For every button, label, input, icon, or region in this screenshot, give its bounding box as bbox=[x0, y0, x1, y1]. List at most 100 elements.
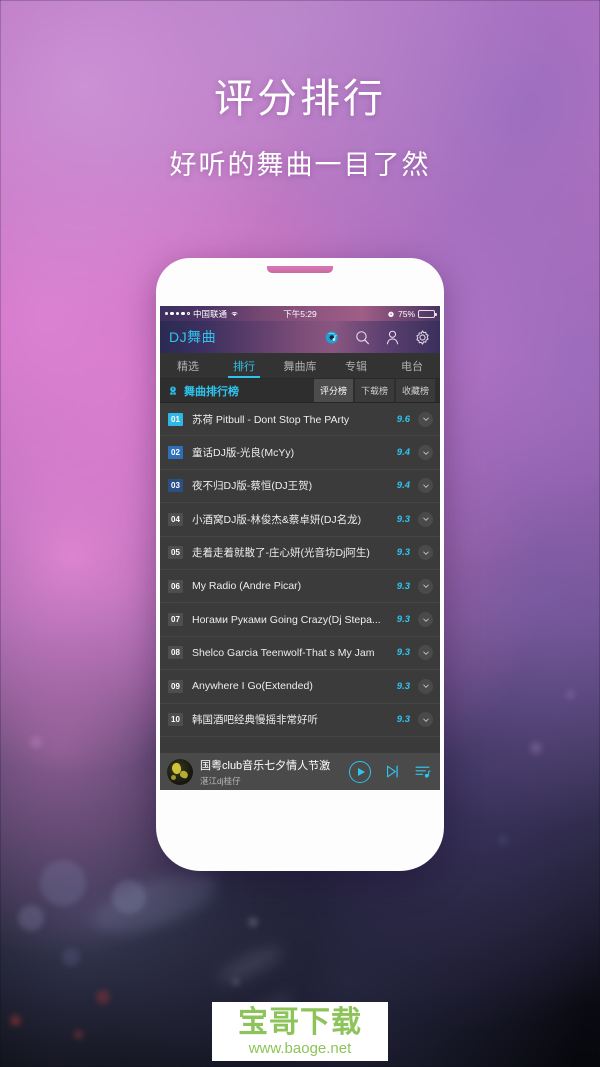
song-title: 夜不归DJ版-蔡恒(DJ王贺) bbox=[192, 480, 313, 493]
tab-zhuanji[interactable]: 专辑 bbox=[328, 353, 384, 378]
song-rank-badge: 04 bbox=[168, 512, 183, 526]
app-header: DJ舞曲 bbox=[160, 321, 440, 353]
song-title: 小酒窝DJ版-林俊杰&蔡卓妍(DJ名龙) bbox=[192, 513, 362, 526]
play-button[interactable] bbox=[349, 760, 371, 783]
status-bar: 中国联通 下午5:29 75% bbox=[160, 306, 440, 321]
song-row[interactable]: 04 小酒窝DJ版-林俊杰&蔡卓妍(DJ名龙) 9.3 bbox=[160, 503, 440, 537]
tab-paihang[interactable]: 排行 bbox=[216, 353, 272, 378]
song-score: 9.6 bbox=[396, 413, 410, 425]
song-score: 9.3 bbox=[396, 647, 410, 659]
search-icon[interactable] bbox=[354, 329, 371, 346]
song-rank-badge: 05 bbox=[168, 546, 183, 560]
app-header-icons bbox=[324, 329, 431, 346]
watermark-title: 宝哥下载 bbox=[238, 1006, 362, 1039]
disc-music-icon[interactable] bbox=[324, 329, 341, 346]
chevron-down-icon[interactable] bbox=[418, 645, 433, 661]
segment-download-rank[interactable]: 下载榜 bbox=[355, 379, 394, 402]
tab-label: 精选 bbox=[177, 360, 199, 373]
chevron-down-icon[interactable] bbox=[418, 545, 433, 561]
chevron-down-icon[interactable] bbox=[418, 678, 433, 694]
alarm-icon bbox=[388, 311, 394, 317]
mini-player-bar[interactable]: 国粤club音乐七夕情人节激 湛江dj桂仔 bbox=[160, 752, 440, 790]
tab-label: 专辑 bbox=[345, 360, 367, 373]
song-score: 9.3 bbox=[396, 614, 410, 626]
chevron-down-icon[interactable] bbox=[418, 511, 433, 527]
song-row[interactable]: 09 Anywhere I Go(Extended) 9.3 bbox=[160, 670, 440, 704]
song-score: 9.4 bbox=[396, 447, 410, 459]
segment-label: 评分榜 bbox=[319, 386, 347, 396]
song-rank-badge: 02 bbox=[168, 446, 183, 460]
section-bar: 舞曲排行榜 评分榜 下载榜 收藏榜 bbox=[160, 379, 440, 403]
tab-label: 电台 bbox=[401, 360, 423, 373]
ranking-badge-icon bbox=[169, 385, 177, 395]
song-score: 9.3 bbox=[396, 714, 410, 726]
song-row[interactable]: 10 韩国酒吧经典慢摇非常好听 9.3 bbox=[160, 704, 440, 737]
song-score: 9.4 bbox=[396, 480, 410, 492]
tab-jingxuan[interactable]: 精选 bbox=[160, 353, 216, 378]
song-rank-badge: 07 bbox=[168, 613, 183, 627]
chevron-down-icon[interactable] bbox=[418, 712, 433, 728]
battery-icon bbox=[418, 309, 437, 318]
song-rank-badge: 08 bbox=[168, 646, 183, 660]
player-song-title: 国粤club音乐七夕情人节激 bbox=[200, 759, 331, 772]
song-row[interactable]: 03 夜不归DJ版-蔡恒(DJ王贺) 9.4 bbox=[160, 470, 440, 504]
chevron-down-icon[interactable] bbox=[418, 578, 433, 594]
song-score: 9.3 bbox=[396, 680, 410, 692]
app-title: DJ舞曲 bbox=[169, 329, 217, 345]
status-bar-right: 75% bbox=[387, 308, 437, 319]
player-meta: 国粤club音乐七夕情人节激 湛江dj桂仔 bbox=[200, 757, 347, 787]
tab-label: 排行 bbox=[233, 360, 255, 373]
phone-speaker bbox=[267, 266, 333, 273]
song-rank-badge: 03 bbox=[168, 479, 183, 493]
page-subtitle: 好听的舞曲一目了然 bbox=[169, 150, 431, 180]
song-row[interactable]: 07 Ногами Руками Going Crazy(Dj Stepa... 9… bbox=[160, 603, 440, 637]
song-score: 9.3 bbox=[396, 547, 410, 559]
song-row[interactable]: 06 My Radio (Andre Picar) 9.3 bbox=[160, 570, 440, 604]
album-art[interactable] bbox=[167, 758, 193, 785]
nav-tabs: 精选 排行 舞曲库 专辑 电台 bbox=[160, 353, 440, 379]
song-title: 韩国酒吧经典慢摇非常好听 bbox=[192, 714, 318, 727]
song-score: 9.3 bbox=[396, 580, 410, 592]
tab-label: 舞曲库 bbox=[283, 360, 317, 373]
phone-screen: 中国联通 下午5:29 75% DJ舞曲 精选 排行 舞曲库 专辑 电台 舞曲排… bbox=[160, 306, 440, 790]
segment-label: 下载榜 bbox=[360, 386, 388, 396]
song-title: Anywhere I Go(Extended) bbox=[192, 680, 313, 693]
song-title: 走着走着就散了-庄心妍(光音坊Dj阿生) bbox=[192, 547, 370, 560]
song-title: Shelco Garcia Teenwolf-That s My Jam bbox=[192, 646, 375, 659]
chevron-down-icon[interactable] bbox=[418, 478, 433, 494]
phone-mockup: 中国联通 下午5:29 75% DJ舞曲 精选 排行 舞曲库 专辑 电台 舞曲排… bbox=[156, 258, 444, 871]
song-score: 9.3 bbox=[396, 513, 410, 525]
chevron-down-icon[interactable] bbox=[418, 612, 433, 628]
song-rank-badge: 09 bbox=[168, 679, 183, 693]
song-rank-badge: 01 bbox=[168, 412, 183, 426]
song-row[interactable]: 05 走着走着就散了-庄心妍(光音坊Dj阿生) 9.3 bbox=[160, 537, 440, 570]
next-track-icon[interactable] bbox=[384, 763, 401, 780]
playlist-icon[interactable] bbox=[414, 763, 431, 780]
user-icon[interactable] bbox=[384, 329, 401, 346]
chevron-down-icon[interactable] bbox=[418, 411, 433, 427]
song-title: Ногами Руками Going Crazy(Dj Stepa... bbox=[192, 613, 381, 626]
watermark: 宝哥下载 www.baoge.net bbox=[212, 1002, 388, 1061]
tab-wuqu-ku[interactable]: 舞曲库 bbox=[272, 353, 328, 378]
gear-icon[interactable] bbox=[414, 329, 431, 346]
song-row[interactable]: 02 童话DJ版-光良(McYy) 9.4 bbox=[160, 436, 440, 470]
page-title: 评分排行 bbox=[214, 77, 386, 121]
song-title: My Radio (Andre Picar) bbox=[192, 580, 302, 593]
tab-diantai[interactable]: 电台 bbox=[384, 353, 440, 378]
chevron-down-icon[interactable] bbox=[418, 445, 433, 461]
segment-label: 收藏榜 bbox=[401, 386, 429, 396]
section-title: 舞曲排行榜 bbox=[184, 385, 239, 398]
song-title: 童话DJ版-光良(McYy) bbox=[192, 447, 295, 460]
watermark-url: www.baoge.net bbox=[248, 1040, 352, 1057]
battery-percent-label: 75% bbox=[397, 308, 415, 319]
song-rank-badge: 10 bbox=[168, 713, 183, 727]
segment-favorite-rank[interactable]: 收藏榜 bbox=[396, 379, 435, 402]
song-row[interactable]: 08 Shelco Garcia Teenwolf-That s My Jam 9.… bbox=[160, 637, 440, 671]
segment-score-rank[interactable]: 评分榜 bbox=[314, 379, 353, 402]
player-artist: 湛江dj桂仔 bbox=[200, 775, 241, 786]
ranking-filter-group: 评分榜 下载榜 收藏榜 bbox=[312, 379, 435, 402]
song-title: 苏荷 Pitbull - Dont Stop The PArty bbox=[192, 413, 350, 426]
song-rank-badge: 06 bbox=[168, 579, 183, 593]
song-row[interactable]: 01 苏荷 Pitbull - Dont Stop The PArty 9.6 bbox=[160, 403, 440, 437]
song-list[interactable]: 01 苏荷 Pitbull - Dont Stop The PArty 9.6 02 童… bbox=[160, 403, 440, 737]
